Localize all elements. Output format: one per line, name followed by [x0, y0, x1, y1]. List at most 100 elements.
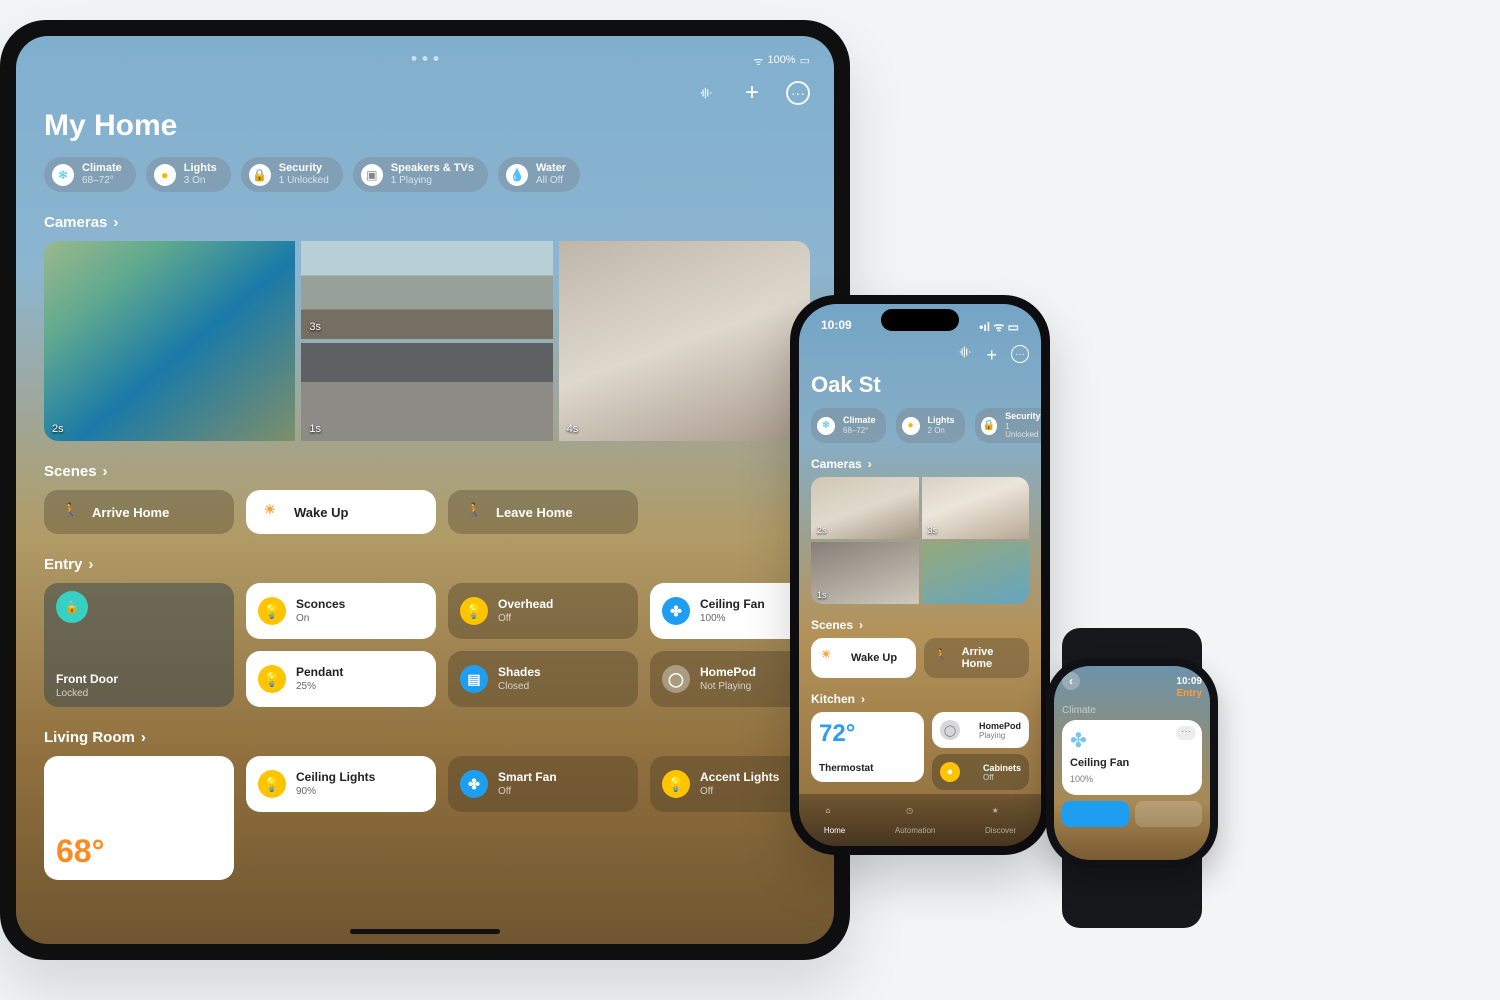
lock-icon: 🔒 — [249, 164, 271, 186]
camera-tile[interactable]: 3s — [922, 477, 1030, 539]
tile-sconces[interactable]: 💡 SconcesOn — [246, 583, 436, 639]
more-button[interactable]: ··· — [1011, 345, 1029, 363]
section-living-room[interactable]: Living Room — [44, 729, 810, 746]
camera-tile[interactable]: 2s — [811, 477, 919, 539]
accessory-tile[interactable] — [1062, 801, 1129, 827]
scene-leave-home[interactable]: 🚶 Leave Home — [448, 490, 638, 534]
scene-wake-up[interactable]: ☀︎ Wake Up — [246, 490, 436, 534]
shades-icon: ▤ — [460, 665, 488, 693]
wifi-icon: ᯤ — [753, 54, 763, 69]
category-chips: ❄︎ Climate68–72° ● Lights3 On 🔒 Security… — [44, 157, 810, 192]
section-cameras[interactable]: Cameras — [811, 457, 1029, 471]
intercom-button[interactable] — [958, 345, 972, 366]
lightbulb-icon: 💡 — [258, 770, 286, 798]
tile-ceiling-fan[interactable]: ··· ✤ Ceiling Fan 100% — [1062, 720, 1202, 795]
home-title: My Home — [44, 109, 810, 143]
chip-security[interactable]: 🔒 Security1 Unlocked — [975, 408, 1041, 443]
tile-shades[interactable]: ▤ ShadesClosed — [448, 651, 638, 707]
tile-smart-fan[interactable]: ✤ Smart FanOff — [448, 756, 638, 812]
lightbulb-icon: 💡 — [258, 665, 286, 693]
section-climate: Climate — [1062, 705, 1202, 716]
tab-discover[interactable]: ★Discover — [985, 806, 1016, 835]
fan-icon: ✤ — [662, 597, 690, 625]
tile-thermostat[interactable]: 68° — [44, 756, 234, 880]
add-button[interactable]: + — [986, 345, 997, 366]
more-button[interactable]: ··· — [786, 81, 810, 105]
person-walk-icon: 🚶 — [934, 648, 952, 668]
watch-device: ‹ 10:09 Entry Climate ··· ✤ Ceiling Fan … — [1046, 658, 1218, 868]
clock-icon: ◷ — [906, 806, 924, 824]
lightbulb-icon: 💡 — [460, 597, 488, 625]
drop-icon: 💧 — [506, 164, 528, 186]
chip-climate[interactable]: ❄︎ Climate68–72° — [44, 157, 136, 192]
tile-front-door[interactable]: 🔒 Front DoorLocked — [44, 583, 234, 707]
camera-grid: 2s 3s 1s 4s — [44, 241, 810, 441]
star-icon: ★ — [992, 806, 1010, 824]
more-button[interactable]: ··· — [1176, 726, 1196, 740]
lightbulb-icon: ● — [940, 762, 960, 782]
chip-lights[interactable]: ● Lights2 On — [896, 408, 965, 443]
watch-screen: ‹ 10:09 Entry Climate ··· ✤ Ceiling Fan … — [1054, 666, 1210, 860]
back-button[interactable]: ‹ — [1062, 672, 1080, 690]
tab-bar: ⌂Home ◷Automation ★Discover — [799, 794, 1041, 846]
tile-homepod[interactable]: ◯ HomePodPlaying — [932, 712, 1029, 748]
section-cameras[interactable]: Cameras — [44, 214, 810, 231]
chip-water[interactable]: 💧 WaterAll Off — [498, 157, 580, 192]
iphone-screen: 10:09 •ıl ᯤ ▭ + ··· Oak St ❄︎ Climate68–… — [799, 304, 1041, 846]
dynamic-island — [881, 309, 959, 331]
camera-tile[interactable] — [922, 542, 1030, 604]
tile-pendant[interactable]: 💡 Pendant25% — [246, 651, 436, 707]
ipad-status-bar: ᯤ 100% ▭ — [44, 54, 810, 69]
camera-tile[interactable]: 1s — [301, 343, 552, 441]
section-scenes[interactable]: Scenes — [44, 463, 810, 480]
lightbulb-icon: 💡 — [258, 597, 286, 625]
scene-arrive-home[interactable]: 🚶 Arrive Home — [44, 490, 234, 534]
chip-speakers-tvs[interactable]: ▣ Speakers & TVs1 Playing — [353, 157, 488, 192]
section-kitchen[interactable]: Kitchen — [811, 692, 1029, 706]
house-icon: ⌂ — [826, 806, 844, 824]
climate-icon: ❄︎ — [52, 164, 74, 186]
scene-wake-up[interactable]: ☀︎ Wake Up — [811, 638, 916, 678]
tab-home[interactable]: ⌂Home — [824, 806, 845, 835]
tab-automation[interactable]: ◷Automation — [895, 806, 935, 835]
camera-tile[interactable]: 4s — [559, 241, 810, 441]
lock-icon: 🔒 — [981, 417, 998, 435]
camera-tile[interactable]: 1s — [811, 542, 919, 604]
lightbulb-icon: ● — [154, 164, 176, 186]
chip-lights[interactable]: ● Lights3 On — [146, 157, 231, 192]
section-entry[interactable]: Entry — [44, 556, 810, 573]
lightbulb-icon: ● — [902, 417, 920, 435]
fan-icon: ✤ — [1070, 730, 1087, 752]
scene-arrive-home[interactable]: 🚶 Arrive Home — [924, 638, 1029, 678]
section-scenes[interactable]: Scenes — [811, 618, 1029, 632]
homepod-icon: ◯ — [940, 720, 960, 740]
lightbulb-icon: 💡 — [662, 770, 690, 798]
add-button[interactable]: + — [740, 81, 764, 105]
home-title: Oak St — [811, 372, 1029, 398]
ipad-screen: ᯤ 100% ▭ + ··· My Home ❄︎ Climate68–72° — [16, 36, 834, 944]
fan-icon: ✤ — [460, 770, 488, 798]
status-time: 10:09 — [821, 318, 852, 335]
status-time: 10:09 — [1176, 676, 1202, 687]
tile-thermostat[interactable]: 72° Thermostat — [811, 712, 924, 782]
homepod-icon: ◯ — [662, 665, 690, 693]
chip-climate[interactable]: ❄︎ Climate68–72° — [811, 408, 886, 443]
climate-icon: ❄︎ — [817, 417, 835, 435]
battery-icon: ▭ — [800, 54, 810, 69]
intercom-button[interactable] — [694, 81, 718, 105]
battery-percent: 100% — [767, 54, 795, 69]
tv-icon: ▣ — [361, 164, 383, 186]
tile-overhead[interactable]: 💡 OverheadOff — [448, 583, 638, 639]
camera-tile[interactable]: 3s — [301, 241, 552, 339]
sunrise-icon: ☀︎ — [264, 502, 284, 522]
camera-tile[interactable]: 2s — [44, 241, 295, 441]
person-leave-icon: 🚶 — [466, 502, 486, 522]
tile-cabinets[interactable]: ● CabinetsOff — [932, 754, 1029, 790]
ipad-device: ᯤ 100% ▭ + ··· My Home ❄︎ Climate68–72° — [0, 20, 850, 960]
accessory-tile[interactable] — [1135, 801, 1202, 827]
lock-icon: 🔒 — [56, 591, 88, 623]
home-indicator[interactable] — [350, 929, 500, 934]
tile-ceiling-lights[interactable]: 💡 Ceiling Lights90% — [246, 756, 436, 812]
chip-security[interactable]: 🔒 Security1 Unlocked — [241, 157, 343, 192]
room-name: Entry — [1062, 688, 1202, 699]
